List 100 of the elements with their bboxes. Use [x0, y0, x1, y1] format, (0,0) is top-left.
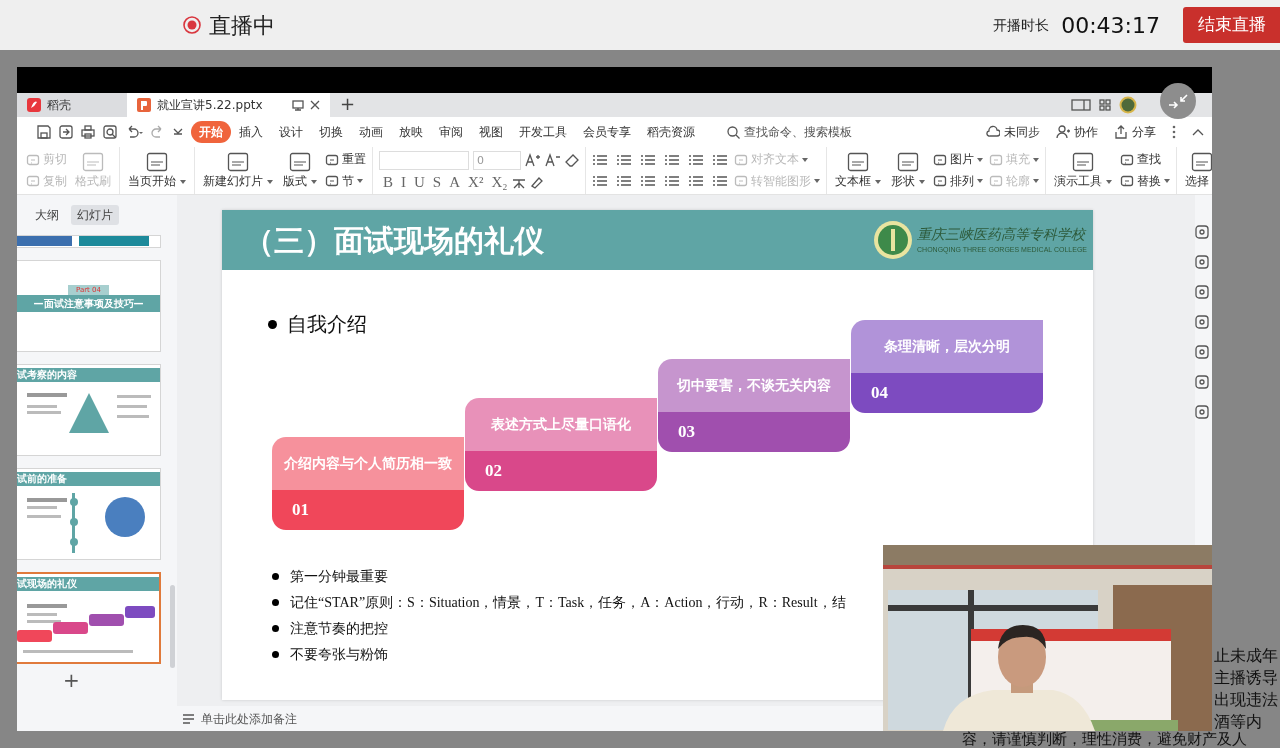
- close-icon[interactable]: [310, 100, 320, 110]
- side-tool-icon[interactable]: [1195, 375, 1209, 389]
- more-icon[interactable]: [1172, 125, 1176, 139]
- toolbar-button[interactable]: 未同步: [986, 123, 1040, 141]
- duration-label: 开播时长: [993, 15, 1050, 35]
- caret-icon: [977, 157, 983, 162]
- slide-thumbnail[interactable]: [17, 235, 161, 248]
- layout-icon[interactable]: [1071, 99, 1091, 111]
- menu-tab[interactable]: 开发工具: [511, 121, 575, 143]
- caret-icon: [814, 179, 820, 184]
- ribbon-button[interactable]: 形状: [889, 149, 927, 193]
- menu-tab[interactable]: 插入: [231, 121, 271, 143]
- grid-icon[interactable]: [1099, 99, 1111, 111]
- save-icon[interactable]: [37, 125, 51, 139]
- caret-icon: [1033, 157, 1039, 162]
- paragraph-icon[interactable]: [616, 153, 632, 166]
- ribbon-button[interactable]: 重置: [325, 151, 366, 169]
- search-field[interactable]: 查找命令、搜索模板: [740, 123, 870, 141]
- menu-tab[interactable]: 稻壳资源: [639, 121, 703, 143]
- ribbon-button[interactable]: 演示工具: [1052, 149, 1114, 193]
- document-tab[interactable]: 就业宣讲5.22.pptx: [127, 93, 330, 117]
- avatar-icon[interactable]: [1119, 96, 1137, 114]
- side-tool-icon[interactable]: [1195, 225, 1209, 239]
- heading-text: 自我介绍: [287, 311, 367, 338]
- notice-text: 主播诱导: [1214, 667, 1278, 689]
- paragraph-icon[interactable]: [664, 175, 680, 188]
- paragraph-icon[interactable]: [592, 153, 608, 166]
- ribbon-button[interactable]: 排列: [933, 172, 983, 190]
- eraser-icon[interactable]: [565, 153, 579, 167]
- menu-tab[interactable]: 会员专享: [575, 121, 639, 143]
- end-live-button[interactable]: 结束直播: [1183, 7, 1280, 43]
- format-button[interactable]: X²: [464, 172, 488, 191]
- notice-text: 酒等内: [1214, 711, 1263, 731]
- ribbon-button[interactable]: 图片: [933, 151, 983, 169]
- format-button[interactable]: I: [397, 172, 410, 191]
- toolbar-button[interactable]: 协作: [1056, 123, 1098, 141]
- paragraph-icon[interactable]: [616, 175, 632, 188]
- document-tab[interactable]: 稻壳: [17, 93, 127, 117]
- side-tool-icon[interactable]: [1195, 315, 1209, 329]
- ribbon-button[interactable]: 文本框: [833, 149, 883, 193]
- notes-field[interactable]: 单击此处添加备注: [201, 709, 297, 728]
- logo-text: 重庆三峡医药高等专科学校: [917, 226, 1087, 245]
- menu-tab[interactable]: 切换: [311, 121, 351, 143]
- caret-icon: [875, 179, 881, 184]
- new-tab-button[interactable]: +: [330, 93, 366, 117]
- ribbon-button[interactable]: 选择: [1183, 149, 1212, 193]
- format-button[interactable]: U: [410, 172, 429, 191]
- paragraph-icon[interactable]: [688, 153, 704, 166]
- menu-tab[interactable]: 动画: [351, 121, 391, 143]
- grow-font-icon[interactable]: [525, 153, 541, 167]
- emblem-icon: [873, 220, 913, 260]
- font-field[interactable]: [379, 150, 469, 170]
- side-tool-icon[interactable]: [1195, 405, 1209, 419]
- bullet-icon: [272, 599, 279, 606]
- side-tool-icon[interactable]: [1195, 345, 1209, 359]
- format-button[interactable]: B: [379, 172, 397, 191]
- ribbon-button[interactable]: 当页开始: [126, 149, 188, 193]
- collapse-ribbon-icon[interactable]: [1192, 128, 1204, 136]
- slide-title: （三）面试现场的礼仪: [244, 222, 544, 259]
- document-icon: [137, 98, 151, 112]
- export-icon[interactable]: [59, 125, 73, 139]
- panel-tab[interactable]: 大纲: [29, 205, 65, 225]
- paragraph-icon[interactable]: [664, 153, 680, 166]
- notes-icon: [182, 713, 195, 724]
- side-tool-icon[interactable]: [1195, 255, 1209, 269]
- menu-tab[interactable]: 视图: [471, 121, 511, 143]
- record-icon: [183, 16, 201, 34]
- ribbon-button[interactable]: 节: [325, 172, 366, 190]
- collapse-icon[interactable]: [1160, 83, 1196, 119]
- paragraph-icon[interactable]: [712, 175, 728, 188]
- tool-icon: [734, 174, 748, 189]
- menu-tab[interactable]: 审阅: [431, 121, 471, 143]
- panel-tab[interactable]: 幻灯片: [71, 205, 119, 225]
- paragraph-icon[interactable]: [592, 175, 608, 188]
- paragraph-icon[interactable]: [640, 175, 656, 188]
- format-button[interactable]: A: [445, 172, 465, 191]
- ribbon-button[interactable]: 版式: [281, 149, 319, 193]
- dropdown-icon[interactable]: [173, 128, 183, 136]
- tool-icon: [933, 174, 947, 189]
- tool-icon: [325, 152, 339, 167]
- add-slide-button[interactable]: +: [59, 665, 84, 695]
- tool-icon: [1072, 151, 1094, 173]
- menu-tab[interactable]: 放映: [391, 121, 431, 143]
- ribbon-button[interactable]: 替换: [1120, 172, 1170, 190]
- paragraph-icon[interactable]: [688, 175, 704, 188]
- toolbar-button[interactable]: 分享: [1114, 123, 1156, 141]
- paragraph-icon[interactable]: [712, 153, 728, 166]
- ribbon-button[interactable]: 新建幻灯片: [201, 149, 275, 193]
- side-tool-icon[interactable]: [1195, 285, 1209, 299]
- format-button[interactable]: X₂: [487, 172, 512, 191]
- search-icon: [727, 125, 740, 139]
- bullet-icon: [272, 651, 279, 658]
- preview-icon[interactable]: [103, 125, 117, 139]
- shrink-font-icon[interactable]: [545, 153, 561, 167]
- format-button[interactable]: S: [428, 172, 446, 191]
- scrollbar[interactable]: [170, 585, 175, 668]
- print-icon[interactable]: [81, 125, 95, 139]
- menu-tab[interactable]: 设计: [271, 121, 311, 143]
- paragraph-icon[interactable]: [640, 153, 656, 166]
- ribbon-button[interactable]: 查找: [1120, 151, 1170, 169]
